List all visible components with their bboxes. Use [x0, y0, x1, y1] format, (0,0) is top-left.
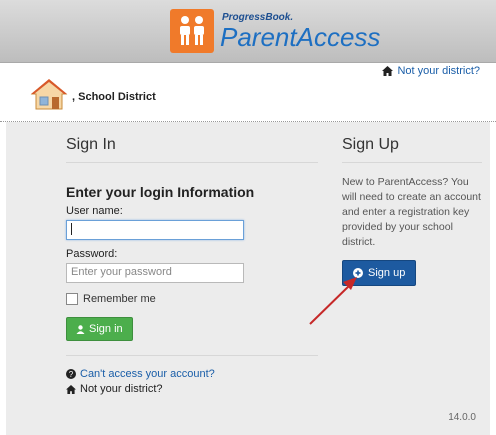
sign-up-description: New to ParentAccess? You will need to cr…	[342, 176, 481, 248]
top-banner: ProgressBook. ParentAccess	[0, 0, 496, 63]
version-number: 14.0.0	[448, 412, 476, 423]
remember-me-row[interactable]: Remember me	[66, 293, 318, 305]
annotation-arrow-icon	[309, 277, 357, 325]
password-label: Password:	[66, 248, 118, 260]
district-name: , School District	[72, 91, 156, 103]
sign-up-section: Sign Up New to ParentAccess? You will ne…	[342, 122, 482, 286]
sign-in-title: Sign In	[66, 122, 318, 163]
username-label: User name:	[66, 205, 123, 217]
password-placeholder: Enter your password	[71, 266, 172, 278]
divider	[66, 355, 318, 356]
brand-small-text: ProgressBook.	[222, 11, 294, 23]
home-icon	[382, 66, 394, 76]
parentaccess-logo: ProgressBook. ParentAccess	[170, 8, 380, 54]
district-header: Not your district? , School District	[0, 63, 496, 122]
not-district-bottom-label: Not your district?	[80, 383, 163, 395]
login-panel: Sign In Enter your login Information Use…	[6, 122, 490, 435]
cant-access-link[interactable]: ? Can't access your account?	[66, 368, 318, 380]
sign-up-title: Sign Up	[342, 122, 482, 163]
user-icon	[76, 324, 85, 334]
password-field[interactable]: Enter your password	[66, 263, 244, 283]
not-your-district-link[interactable]: Not your district?	[66, 383, 318, 395]
home-icon	[66, 384, 76, 394]
brand-big-text: ParentAccess	[220, 21, 381, 52]
not-district-label: Not your district?	[397, 65, 480, 77]
remember-me-label: Remember me	[83, 293, 156, 305]
family-logo-icon	[170, 9, 214, 53]
text-cursor	[71, 223, 72, 236]
username-field[interactable]	[66, 220, 244, 240]
cant-access-label: Can't access your account?	[80, 368, 215, 380]
sign-up-button-label: Sign up	[368, 267, 406, 279]
question-icon: ?	[66, 369, 76, 379]
svg-text:?: ?	[69, 370, 74, 379]
sign-in-button[interactable]: Sign in	[66, 317, 133, 341]
not-your-district-link-top[interactable]: Not your district?	[382, 65, 480, 77]
school-house-icon	[30, 79, 68, 110]
login-info-heading: Enter your login Information	[66, 184, 255, 200]
sign-in-section: Sign In Enter your login Information Use…	[66, 122, 318, 395]
remember-me-checkbox[interactable]	[66, 293, 78, 305]
sign-in-button-label: Sign in	[89, 323, 123, 335]
